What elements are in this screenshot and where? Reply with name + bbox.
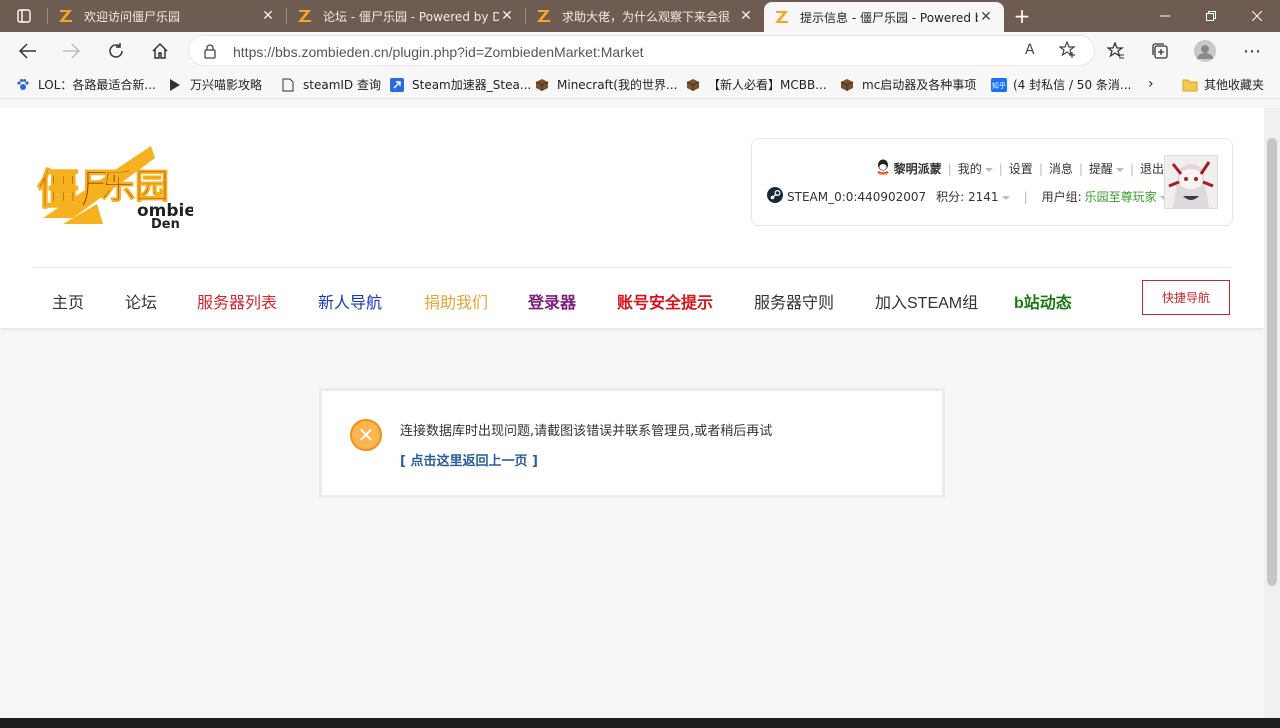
play-icon bbox=[168, 78, 182, 92]
bookmarks-overflow-chevron-icon[interactable]: › bbox=[1148, 76, 1154, 92]
user-group-label: 用户组: bbox=[1041, 190, 1082, 204]
quick-nav-button[interactable]: 快捷导航 bbox=[1142, 280, 1230, 315]
zombieden-logo[interactable]: 僵尸 乐园 ombie Den bbox=[33, 138, 196, 232]
user-avatar[interactable] bbox=[1164, 155, 1218, 209]
address-toolbar: https://bbs.zombieden.cn/plugin.php?id=Z… bbox=[0, 32, 1280, 70]
lock-icon[interactable] bbox=[203, 43, 217, 62]
nav-server-rules[interactable]: 服务器守则 bbox=[754, 289, 834, 313]
collections-icon[interactable] bbox=[1149, 41, 1171, 61]
error-message-box: ✕ 连接数据库时出现问题,请截图该错误并联系管理员,或者稍后再试 [ 点击这里返… bbox=[319, 388, 945, 498]
restore-icon[interactable] bbox=[1188, 0, 1234, 32]
block-icon bbox=[535, 78, 549, 92]
vertical-scrollbar[interactable] bbox=[1264, 108, 1280, 718]
scrollbar-thumb[interactable] bbox=[1267, 138, 1277, 586]
tab-title: 论坛 - 僵尸乐园 - Powered by Di bbox=[323, 9, 499, 24]
svg-text:知乎: 知乎 bbox=[992, 81, 1006, 90]
tab-bar: 欢迎访问僵尸乐园 ✕ 论坛 - 僵尸乐园 - Powered by Di ✕ 求… bbox=[0, 0, 1280, 32]
nav-newbie-guide[interactable]: 新人导航 bbox=[318, 289, 382, 313]
nav-join-steam-group[interactable]: 加入STEAM组 bbox=[875, 289, 978, 313]
bookmark-item[interactable]: LOL：各路最适合新... bbox=[16, 76, 156, 93]
block-icon bbox=[840, 78, 854, 92]
tab-title: 求助大佬，为什么观察下来会很 bbox=[562, 9, 731, 24]
nav-forum[interactable]: 论坛 bbox=[125, 289, 157, 313]
more-menu-icon[interactable]: ⋯ bbox=[1241, 41, 1263, 62]
zombieden-favicon-icon bbox=[536, 8, 552, 24]
nav-divider bbox=[33, 267, 1231, 268]
add-favorite-icon[interactable] bbox=[1058, 40, 1077, 62]
nav-launcher[interactable]: 登录器 bbox=[528, 289, 576, 313]
folder-icon bbox=[1182, 78, 1198, 92]
bookmark-item[interactable]: 【新人必看】MCBB... bbox=[686, 76, 827, 93]
go-back-link[interactable]: [ 点击这里返回上一页 ] bbox=[400, 450, 538, 469]
profile-avatar-icon[interactable] bbox=[1194, 40, 1216, 62]
bookmarks-bar: LOL：各路最适合新... 万兴喵影攻略 steamID 查询 Steam加速器… bbox=[0, 70, 1280, 99]
bookmark-item[interactable]: mc启动器及各种事项 bbox=[840, 76, 976, 93]
back-icon[interactable] bbox=[17, 41, 39, 61]
svg-text:Den: Den bbox=[151, 217, 180, 230]
tab-home[interactable]: 欢迎访问僵尸乐园 ✕ bbox=[48, 0, 286, 32]
close-window-icon[interactable] bbox=[1234, 0, 1280, 32]
bookmark-item[interactable]: Steam加速器_Stea... bbox=[390, 76, 531, 93]
forward-icon[interactable] bbox=[60, 41, 82, 61]
minimize-icon[interactable] bbox=[1142, 0, 1188, 32]
settings-link[interactable]: 设置 bbox=[1009, 160, 1033, 177]
block-icon bbox=[686, 78, 700, 92]
tab-active-message[interactable]: 提示信息 - 僵尸乐园 - Powered b ✕ bbox=[764, 2, 1004, 32]
tab-forum[interactable]: 论坛 - 僵尸乐园 - Powered by Di ✕ bbox=[287, 0, 525, 32]
points-menu[interactable]: 积分: 2141 bbox=[936, 188, 1010, 205]
error-x-icon: ✕ bbox=[350, 419, 382, 451]
nav-home[interactable]: 主页 bbox=[52, 289, 84, 313]
rocket-icon bbox=[390, 77, 404, 92]
favorites-icon[interactable] bbox=[1105, 41, 1127, 61]
tab-close-icon[interactable]: ✕ bbox=[978, 9, 994, 25]
bookmark-item[interactable]: steamID 查询 bbox=[281, 76, 381, 93]
tab-question[interactable]: 求助大佬，为什么观察下来会很 ✕ bbox=[526, 0, 764, 32]
username-link[interactable]: 黎明派蒙 bbox=[894, 160, 942, 177]
error-message-text: 连接数据库时出现问题,请截图该错误并联系管理员,或者稍后再试 bbox=[400, 424, 773, 439]
read-aloud-icon[interactable]: A bbox=[1025, 42, 1035, 58]
refresh-icon[interactable] bbox=[105, 41, 127, 61]
page-content: 僵尸 乐园 ombie Den 黎明派蒙 | 我的 | 设置 | 消息 | 提醒… bbox=[0, 108, 1264, 718]
other-bookmarks-folder[interactable]: 其他收藏夹 bbox=[1182, 76, 1264, 93]
steam-id: STEAM_0:0:440902007 bbox=[787, 189, 927, 204]
url-bar[interactable]: https://bbs.zombieden.cn/plugin.php?id=Z… bbox=[188, 35, 1095, 66]
nav-server-list[interactable]: 服务器列表 bbox=[197, 289, 277, 313]
user-menu-row: 黎明派蒙 | 我的 | 设置 | 消息 | 提醒 | 退出 bbox=[876, 159, 1164, 178]
reminders-menu[interactable]: 提醒 bbox=[1089, 160, 1124, 177]
user-group-value[interactable]: 乐园至尊玩家 bbox=[1085, 188, 1168, 205]
bottom-edge bbox=[0, 718, 1280, 728]
bookmark-item[interactable]: 知乎 (4 封私信 / 50 条消... bbox=[991, 76, 1131, 93]
bookmark-item[interactable]: Minecraft(我的世界... bbox=[535, 76, 677, 93]
tab-close-icon[interactable]: ✕ bbox=[260, 8, 276, 24]
zombieden-favicon-icon bbox=[774, 9, 790, 25]
url-text[interactable]: https://bbs.zombieden.cn/plugin.php?id=Z… bbox=[233, 44, 644, 60]
new-tab-button[interactable]: + bbox=[1006, 0, 1038, 32]
qq-icon bbox=[876, 159, 890, 178]
nav-bilibili[interactable]: b站动态 bbox=[1014, 289, 1072, 313]
nav-account-security[interactable]: 账号安全提示 bbox=[617, 289, 713, 313]
home-icon[interactable] bbox=[149, 41, 171, 61]
my-menu[interactable]: 我的 bbox=[958, 160, 993, 177]
paw-icon bbox=[16, 78, 30, 92]
bookmark-item[interactable]: 万兴喵影攻略 bbox=[168, 76, 262, 93]
zhihu-icon: 知乎 bbox=[991, 77, 1007, 92]
messages-link[interactable]: 消息 bbox=[1049, 160, 1073, 177]
zombieden-favicon-icon bbox=[58, 8, 74, 24]
logout-link[interactable]: 退出 bbox=[1140, 160, 1164, 177]
tab-title: 提示信息 - 僵尸乐园 - Powered b bbox=[800, 10, 978, 25]
user-info-panel: 黎明派蒙 | 我的 | 设置 | 消息 | 提醒 | 退出 STEAM_0:0:… bbox=[751, 138, 1233, 226]
tab-title: 欢迎访问僵尸乐园 bbox=[84, 9, 181, 24]
tab-close-icon[interactable]: ✕ bbox=[499, 8, 515, 24]
site-header: 僵尸 乐园 ombie Den 黎明派蒙 | 我的 | 设置 | 消息 | 提醒… bbox=[0, 108, 1264, 328]
user-stats-row: STEAM_0:0:440902007 积分: 2141 | 用户组: 乐园至尊… bbox=[767, 187, 1168, 206]
zombieden-favicon-icon bbox=[297, 8, 313, 24]
steam-icon bbox=[767, 187, 783, 206]
tab-close-icon[interactable]: ✕ bbox=[738, 8, 754, 24]
tab-actions-icon[interactable] bbox=[0, 0, 48, 32]
nav-donate[interactable]: 捐助我们 bbox=[424, 289, 488, 313]
page-icon bbox=[281, 78, 295, 92]
